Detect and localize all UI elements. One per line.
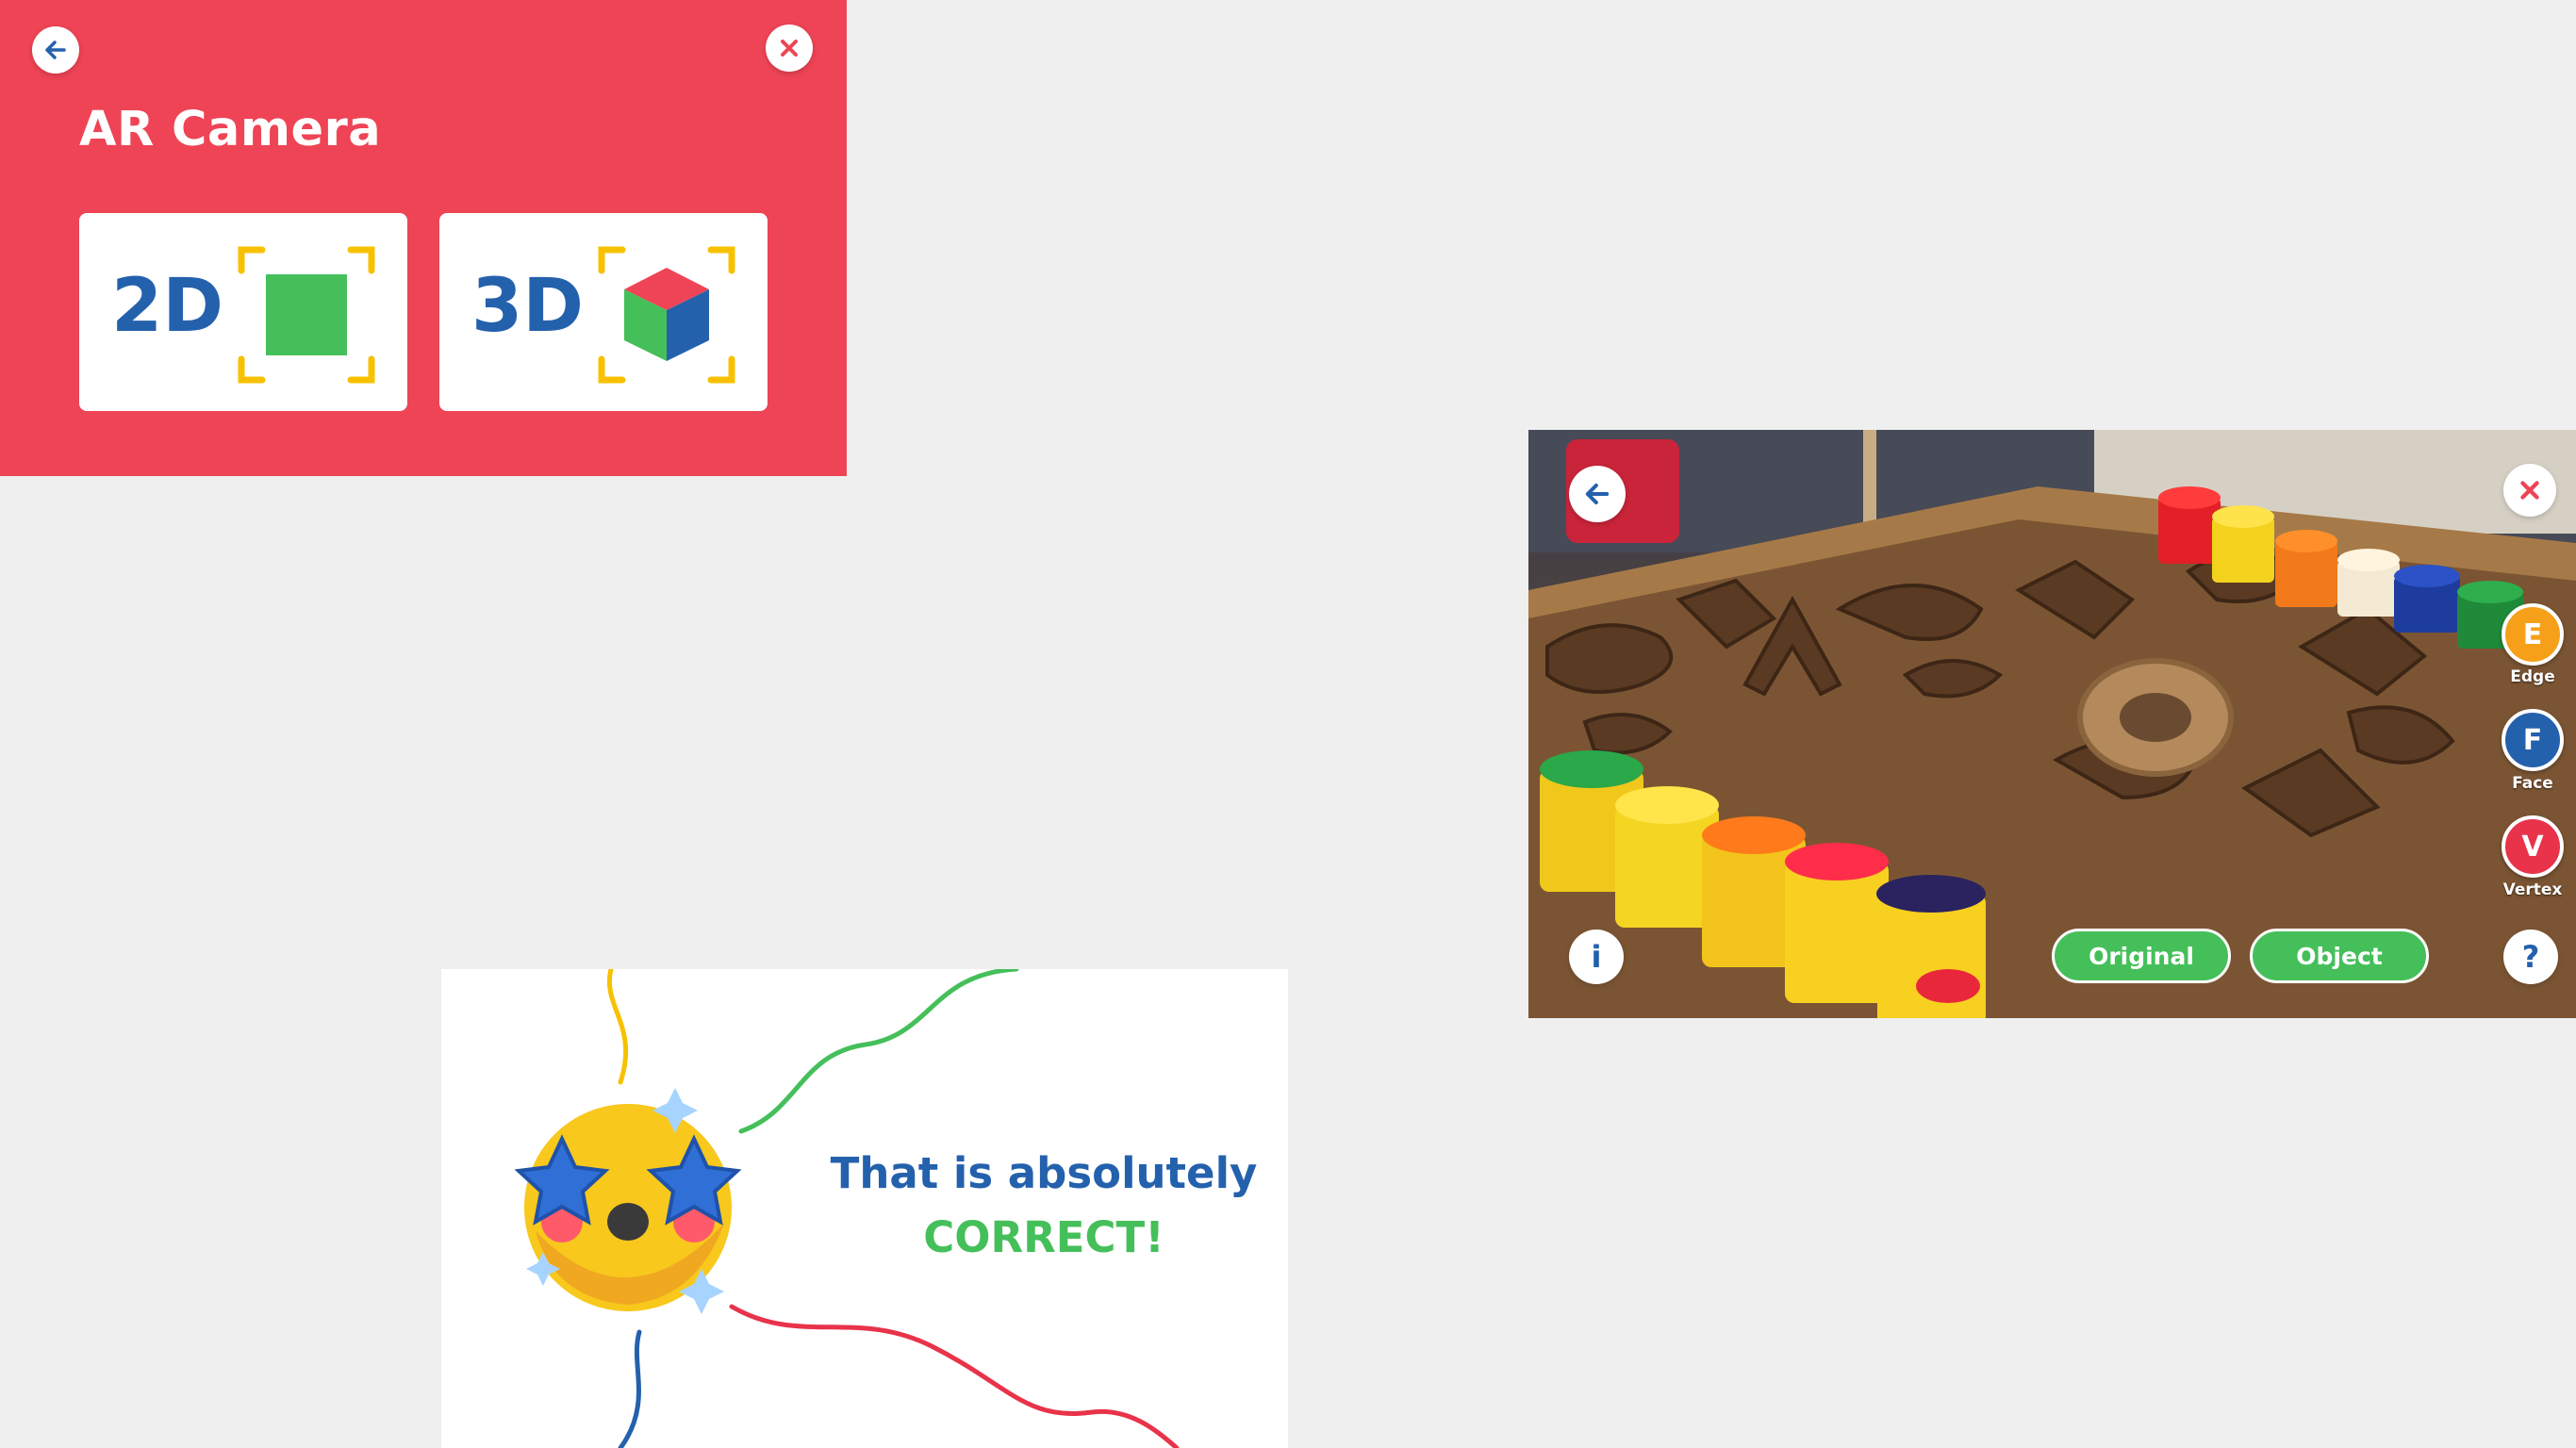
back-button[interactable] [1569,466,1626,522]
vertex-tool-caption: Vertex [2502,880,2563,899]
correct-feedback-card: That is absolutely CORRECT! [441,969,1288,1448]
face-tool-letter: F [2522,723,2543,757]
vertex-tool-letter: V [2521,830,2544,864]
mode-3d-label: 3D [471,264,585,349]
original-view-button[interactable]: Original [2052,929,2231,983]
cube-scan-icon [598,246,735,384]
arrow-left-icon [45,41,66,59]
feedback-message-line2: CORRECT! [923,1212,1164,1262]
object-view-label: Object [2296,942,2383,970]
help-icon: ? [2521,939,2540,975]
feedback-message-line1: That is absolutely [830,1148,1258,1198]
page-title: AR Camera [79,102,382,157]
face-tool-caption: Face [2512,774,2553,793]
blue-wave-line [618,1329,642,1448]
edge-tool-letter: E [2522,617,2543,651]
back-button[interactable] [32,26,79,74]
red-wave-line [729,1304,1180,1448]
camera-feed-image [1528,430,2576,1018]
vertex-tool-button[interactable]: V [2502,815,2564,878]
mode-3d-button[interactable]: 3D [439,213,768,411]
object-view-button[interactable]: Object [2250,929,2429,983]
edge-tool-caption: Edge [2510,667,2555,686]
yellow-wave-line [607,969,629,1085]
info-button[interactable]: i [1569,930,1624,984]
arrow-left-icon [1585,483,1610,505]
square-scan-icon [238,246,375,384]
close-button[interactable] [766,25,813,72]
mode-2d-label: 2D [111,264,224,349]
ar-camera-view: E Edge F Face V Vertex i Original Object… [1528,430,2576,1018]
mode-2d-button[interactable]: 2D [79,213,407,411]
green-wave-line [738,969,1019,1134]
face-tool-button[interactable]: F [2502,709,2564,771]
info-icon: i [1591,939,1602,975]
ar-camera-menu: AR Camera 2D 3D [0,0,847,476]
edge-tool-button[interactable]: E [2502,603,2564,666]
original-view-label: Original [2089,942,2194,970]
feedback-illustration [514,969,1180,1448]
close-icon [781,40,798,57]
star-struck-emoji-icon [514,1088,742,1314]
close-button[interactable] [2503,464,2556,517]
help-button[interactable]: ? [2503,930,2558,984]
close-icon [2520,481,2539,500]
